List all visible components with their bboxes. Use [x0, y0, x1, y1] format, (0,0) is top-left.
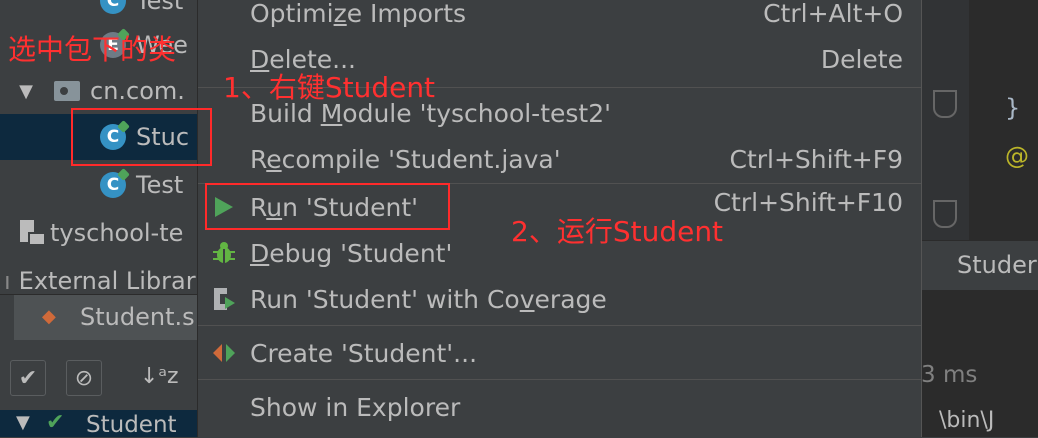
- menu-item-show-in-explorer[interactable]: Show in Explorer: [198, 384, 921, 430]
- library-icon: ı: [4, 267, 11, 295]
- run-toolbar: ✔ ⊘ ↓ᵃz: [0, 340, 197, 410]
- tree-item-module[interactable]: tyschool-te: [0, 210, 217, 256]
- menu-item-create[interactable]: Create 'Student'...: [198, 330, 921, 376]
- module-icon: [20, 220, 46, 246]
- console-area: 3 ms \bin\J: [921, 290, 1038, 437]
- menu-item-optimize-imports[interactable]: Optimize Imports Ctrl+Alt+O: [198, 0, 921, 36]
- collapse-arrow-icon[interactable]: ▼: [16, 412, 30, 433]
- menu-item-shortcut: Ctrl+Shift+F9: [729, 144, 904, 174]
- passed-check-icon: ✔: [46, 410, 65, 435]
- show-ignored-button[interactable]: ⊘: [66, 360, 102, 396]
- menu-item-label: Debug 'Student': [250, 238, 453, 268]
- highlight-box-run: [205, 183, 450, 230]
- menu-item-shortcut: Delete: [820, 44, 903, 74]
- tree-item-label: Test: [136, 171, 184, 199]
- debug-icon: [210, 239, 238, 267]
- expand-arrow-icon[interactable]: ▼: [14, 81, 38, 102]
- editor-annotation: @: [1005, 142, 1029, 170]
- tree-item-label: tyschool-te: [50, 219, 184, 247]
- path-text: \bin\J: [939, 408, 995, 433]
- show-passed-button[interactable]: ✔: [10, 360, 46, 396]
- fold-icon[interactable]: [933, 200, 957, 228]
- editor-brace: }: [1005, 94, 1021, 122]
- menu-item-label: Show in Explorer: [250, 392, 461, 422]
- create-config-icon: [210, 339, 238, 367]
- menu-item-label: Optimize Imports: [250, 0, 467, 28]
- class-icon: C: [100, 172, 126, 198]
- menu-item-recompile[interactable]: Recompile 'Student.java' Ctrl+Shift+F9: [198, 136, 921, 182]
- test-result-row[interactable]: ▼ ✔ Student: [0, 410, 197, 438]
- menu-separator: [198, 379, 921, 380]
- run-tab-right[interactable]: Studer: [921, 240, 1038, 291]
- run-tab-bar: ◆ Student.s: [0, 294, 197, 342]
- menu-item-shortcut: Ctrl+Alt+O: [763, 0, 903, 28]
- config-icon: ◆: [42, 306, 56, 327]
- code-editor[interactable]: } @: [969, 0, 1038, 240]
- annotation-step2: 2、运行Student: [511, 215, 724, 248]
- menu-item-label: Run 'Student' with Coverage: [250, 284, 607, 314]
- annotation-step1: 1、右键Student: [223, 71, 436, 104]
- tree-item-label: External Librar: [18, 267, 196, 295]
- highlight-box-student: [71, 108, 212, 166]
- tree-item-label: Test: [136, 0, 184, 15]
- package-icon: [54, 81, 80, 101]
- menu-item-run-with-coverage[interactable]: Run 'Student' with Coverage: [198, 276, 921, 322]
- time-text: 3 ms: [921, 362, 978, 388]
- class-icon: C: [100, 0, 126, 14]
- sort-alpha-icon[interactable]: ↓ᵃz: [140, 364, 179, 389]
- test-result-label: Student: [86, 412, 177, 438]
- run-tab-label: Studer: [957, 251, 1037, 279]
- annotation-select-class: 选中包下的类: [8, 33, 177, 66]
- menu-separator: [198, 325, 921, 326]
- fold-icon[interactable]: [933, 90, 957, 118]
- menu-item-label: Recompile 'Student.java': [250, 144, 561, 174]
- menu-item-label: Create 'Student'...: [250, 338, 478, 368]
- run-tab[interactable]: ◆ Student.s: [14, 295, 197, 341]
- editor-gutter: [921, 0, 969, 240]
- menu-item-shortcut: Ctrl+Shift+F10: [713, 188, 903, 217]
- run-tab-label: Student.s: [80, 303, 195, 331]
- coverage-icon: [210, 285, 238, 313]
- tree-item-label: cn.com.: [90, 77, 185, 105]
